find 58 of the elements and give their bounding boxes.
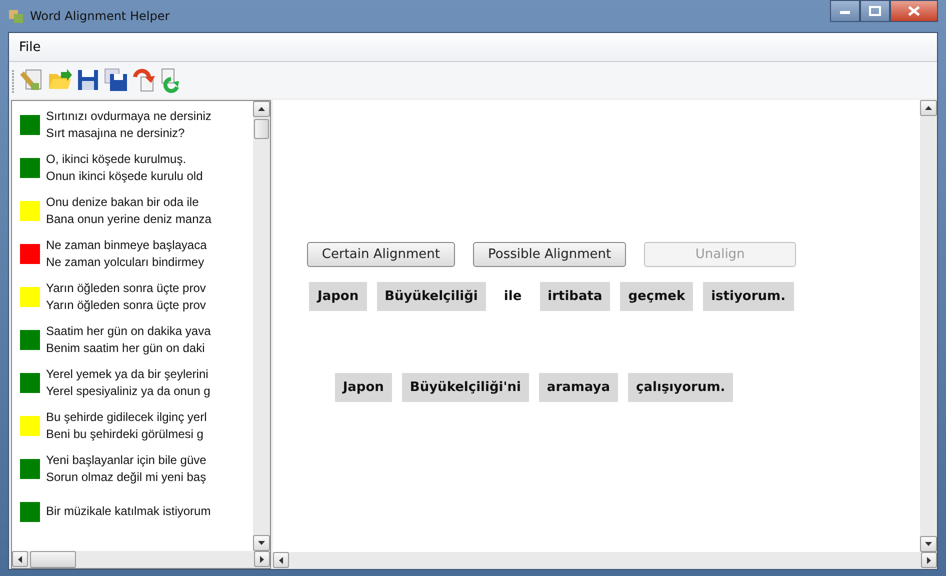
source-sentence[interactable]: Bu şehirde gidilecek ilginç yerl — [46, 408, 207, 426]
down-arrow-icon — [258, 541, 265, 545]
target-sentence[interactable]: Sırt masajına ne dersiniz? — [46, 124, 212, 142]
close-button[interactable] — [890, 0, 938, 22]
app-icon — [8, 8, 24, 24]
source-sentence[interactable]: Onu denize bakan bir oda ile — [46, 194, 212, 210]
source-sentence[interactable]: Saatim her gün on dakika yava — [46, 322, 211, 340]
maximize-button[interactable] — [860, 0, 890, 22]
target-sentence[interactable]: Onun ikinci köşede kurulu old — [46, 168, 203, 184]
scroll-thumb[interactable] — [254, 119, 269, 139]
right-arrow-icon — [260, 556, 264, 562]
horizontal-scrollbar[interactable] — [12, 551, 270, 568]
up-arrow-icon — [925, 106, 932, 110]
minimize-icon — [839, 8, 851, 14]
target-sentence[interactable]: Benim saatim her gün on daki — [46, 340, 211, 356]
save-icon[interactable] — [75, 67, 101, 93]
horizontal-scrollbar[interactable] — [273, 552, 937, 569]
target-sentence[interactable]: Yarın öğleden sonra üçte prov — [46, 296, 206, 314]
target-sentence[interactable]: Ne zaman yolcuları bindirmey — [46, 254, 207, 270]
maximize-icon — [869, 6, 881, 16]
source-sentence[interactable]: O, ikinci köşede kurulmuş. — [46, 150, 203, 168]
close-icon — [908, 6, 920, 16]
window-title: Word Alignment Helper — [30, 9, 170, 23]
source-word[interactable]: Japon — [309, 282, 367, 311]
source-sentence[interactable]: Yerel yemek ya da bir şeylerini — [46, 366, 210, 382]
target-word[interactable]: çalışıyorum. — [628, 373, 734, 402]
menu-item[interactable]: File — [15, 38, 45, 56]
source-sentence[interactable]: Ne zaman binmeye başlayaca — [46, 236, 207, 254]
up-arrow-icon — [258, 107, 265, 111]
target-word[interactable]: Japon — [334, 373, 392, 402]
target-word[interactable]: aramaya — [538, 373, 618, 402]
source-word[interactable]: istiyorum. — [703, 282, 794, 311]
vertical-scrollbar[interactable] — [920, 100, 937, 552]
minimize-button[interactable] — [830, 0, 860, 22]
source-sentence[interactable]: Bir müzikale katılmak istiyorum — [46, 503, 211, 520]
source-word[interactable]: geçmek — [620, 282, 694, 311]
target-word[interactable]: Büyükelçiliği'ni — [402, 373, 529, 402]
source-word[interactable]: Büyükelçiliği — [376, 282, 486, 311]
alignment-button[interactable]: Certain Alignment — [306, 242, 455, 267]
toolbar-grip — [11, 67, 17, 93]
save-all-icon[interactable] — [103, 67, 129, 93]
target-sentence[interactable]: Sorun olmaz değil mi yeni baş — [46, 468, 206, 486]
undo-icon[interactable] — [131, 67, 157, 93]
left-arrow-icon — [279, 556, 283, 564]
target-sentence[interactable]: Yerel spesiyaliniz ya da onun g — [46, 382, 210, 400]
alignment-button[interactable]: Possible Alignment — [472, 242, 626, 267]
down-arrow-icon — [925, 542, 932, 546]
scroll-thumb[interactable] — [30, 551, 76, 568]
source-word[interactable]: ile — [496, 282, 530, 311]
left-arrow-icon — [18, 556, 22, 562]
target-sentence[interactable]: Bana onun yerine deniz manza — [46, 210, 212, 228]
source-sentence[interactable]: Yeni başlayanlar için bile güve — [46, 452, 206, 468]
target-sentence[interactable]: Beni bu şehirdeki görülmesi g — [46, 426, 207, 442]
source-sentence[interactable]: Yarın öğleden sonra üçte prov — [46, 280, 206, 296]
source-sentence[interactable]: Sırtınızı ovdurmaya ne dersiniz — [46, 108, 212, 124]
vertical-scrollbar[interactable] — [253, 101, 270, 551]
source-word[interactable]: irtibata — [540, 282, 610, 311]
right-arrow-icon — [927, 556, 931, 564]
